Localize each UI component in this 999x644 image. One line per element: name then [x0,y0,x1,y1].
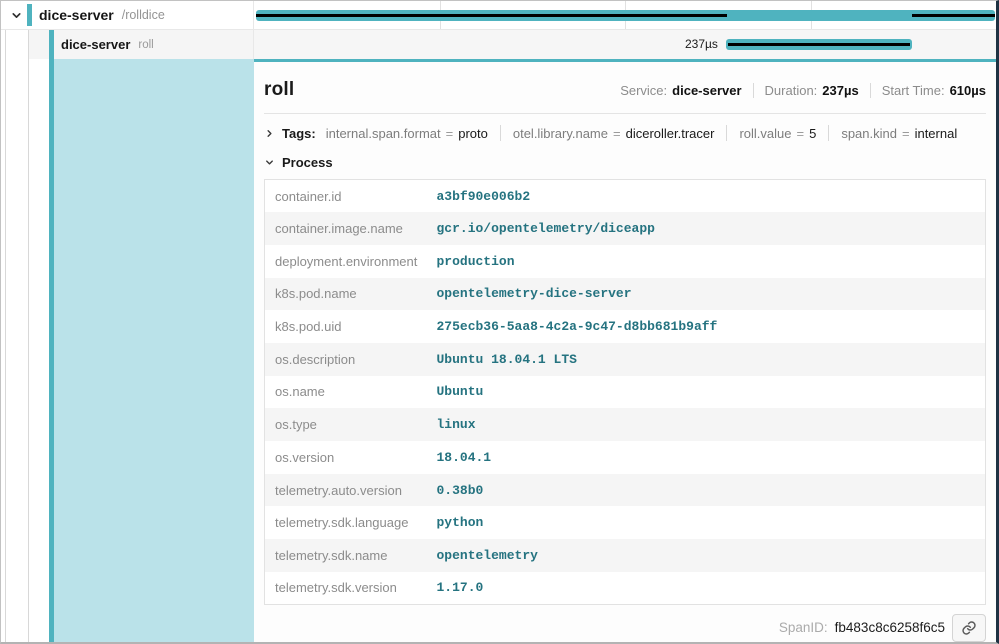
table-row: telemetry.auto.version0.38b0 [265,474,986,507]
operation-name: roll [138,39,153,51]
span-id-value: fb483c8c6258f6c5 [835,620,945,635]
divider [870,83,871,98]
process-label: Process [282,155,333,170]
table-row: k8s.pod.uid275ecb36-5aa8-4c2a-9c47-d8bb6… [265,310,986,343]
table-row: telemetry.sdk.nameopentelemetry [265,539,986,572]
table-row: os.descriptionUbuntu 18.04.1 LTS [265,343,986,376]
service-label: Service: [620,83,667,98]
tags-label: Tags: [282,126,316,141]
chevron-right-icon [264,128,275,139]
process-table: container.ida3bf90e006b2 container.image… [264,179,986,605]
service-value: dice-server [672,83,741,98]
span-detail-panel: roll Service: dice-server Duration: 237µ… [254,59,996,642]
span-row: dice-server /rolldice [1,1,996,30]
span-detail-accent [49,59,254,642]
service-name: dice-server [39,7,114,23]
table-row: deployment.environmentproduction [265,245,986,278]
span-bar-roll[interactable] [726,39,912,50]
span-detail-header: roll Service: dice-server Duration: 237µ… [264,62,986,114]
divider [726,125,727,141]
span-name-rolldice[interactable]: dice-server /rolldice [1,1,254,29]
span-meta: Service: dice-server Duration: 237µs Sta… [620,83,986,98]
critical-path-segment [256,14,727,17]
duration-label: Duration: [765,83,818,98]
table-row: os.version18.04.1 [265,441,986,474]
span-detail-row: roll Service: dice-server Duration: 237µ… [1,59,996,642]
span-detail-footer: SpanID: fb483c8c6258f6c5 [264,614,986,642]
tags-section-toggle[interactable]: Tags: internal.span.format=proto otel.li… [264,114,986,145]
span-id-label: SpanID: [779,620,828,635]
service-color-bar [27,4,32,26]
table-row: telemetry.sdk.languagepython [265,506,986,539]
service-color-bar [49,30,54,59]
table-row: os.typelinux [265,408,986,441]
indent-guide [28,30,29,642]
table-row: os.nameUbuntu [265,376,986,409]
chevron-down-icon [264,157,275,168]
tag-otel-library-name: otel.library.name=diceroller.tracer [513,126,715,141]
service-name: dice-server [61,37,130,52]
start-time-value: 610µs [950,83,986,98]
divider [753,83,754,98]
link-icon [961,620,977,636]
chevron-down-icon[interactable] [10,9,23,22]
span-row-selected: dice-server roll 237µs [1,30,996,59]
tag-span-kind: span.kind=internal [841,126,957,141]
span-track-roll[interactable]: 237µs [254,30,996,59]
start-time-label: Start Time: [882,83,945,98]
indent-guide [5,30,6,642]
table-row: k8s.pod.nameopentelemetry-dice-server [265,278,986,311]
duration-value: 237µs [822,83,858,98]
critical-path-segment [728,43,910,46]
divider [500,125,501,141]
copy-link-button[interactable] [952,614,986,642]
trace-timeline-view: dice-server /rolldice dice-server roll 2… [0,0,999,644]
tag-roll-value: roll.value=5 [739,126,816,141]
span-title: roll [264,79,294,101]
divider [828,125,829,141]
span-name-roll[interactable]: dice-server roll [1,30,254,59]
span-bar-rolldice[interactable] [256,10,995,21]
table-row: container.image.namegcr.io/opentelemetry… [265,212,986,245]
operation-name: /rolldice [122,8,165,22]
table-row: container.ida3bf90e006b2 [265,180,986,213]
critical-path-segment [912,14,995,17]
span-duration-label: 237µs [254,30,726,59]
table-row: telemetry.sdk.version1.17.0 [265,572,986,605]
tag-internal-span-format: internal.span.format=proto [326,126,488,141]
process-section-toggle[interactable]: Process [264,145,986,175]
span-track-rolldice[interactable] [254,1,996,29]
